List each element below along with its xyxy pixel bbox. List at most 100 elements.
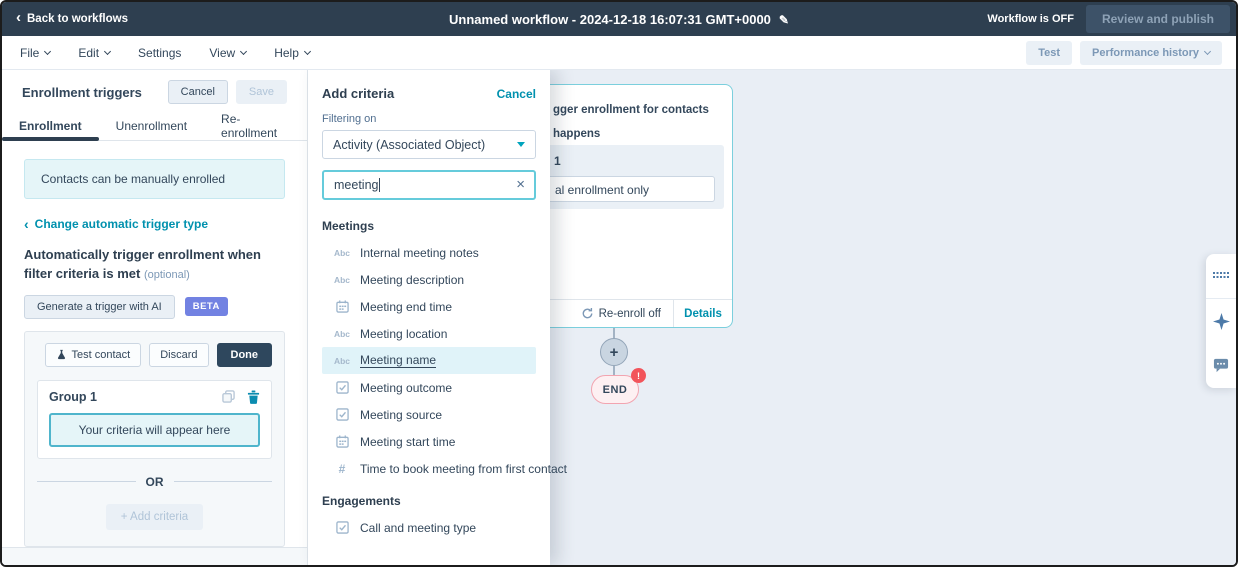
chevron-down-icon (1204, 47, 1211, 54)
dropdown-caret-icon (517, 142, 525, 147)
select-property-icon (332, 521, 352, 534)
workflow-title-text: Unnamed workflow - 2024-12-18 16:07:31 G… (449, 12, 771, 27)
list-item-label: Meeting start time (360, 435, 455, 449)
select-property-icon (332, 408, 352, 421)
ai-assistant-button[interactable] (1206, 299, 1236, 343)
generate-trigger-ai-button[interactable]: Generate a trigger with AI (24, 295, 175, 319)
panel-title: Enrollment triggers (22, 85, 142, 100)
minimap-toggle-button[interactable] (1206, 254, 1236, 299)
beta-badge: BETA (185, 297, 228, 316)
group-1-box: Group 1 (37, 380, 272, 459)
calendar-icon (332, 435, 352, 448)
chevron-down-icon (104, 47, 111, 54)
criteria-placeholder: Your criteria will appear here (49, 413, 260, 447)
chat-bubble-icon (1213, 358, 1229, 373)
number-property-icon: # (332, 462, 352, 476)
menu-help[interactable]: Help (274, 46, 310, 60)
add-criteria-panel: Add criteria Cancel Filtering on Activit… (308, 70, 550, 565)
reenroll-label: Re-enroll off (599, 308, 661, 320)
list-item[interactable]: Call and meeting type (322, 514, 536, 541)
back-chevron-icon: ‹ (24, 219, 29, 229)
sparkle-icon (1213, 313, 1230, 330)
end-alert-badge: ! (631, 368, 646, 383)
list-item-label: Meeting outcome (360, 381, 452, 395)
text-property-icon: Abc (332, 275, 352, 285)
trash-icon[interactable] (247, 390, 260, 404)
chevron-down-icon (240, 47, 247, 54)
text-cursor (379, 178, 380, 192)
property-results-list: Meetings Abc Internal meeting notes Abc … (322, 215, 536, 541)
optional-label: (optional) (144, 269, 190, 281)
cancel-criteria-link[interactable]: Cancel (497, 87, 536, 101)
list-item[interactable]: Meeting end time (322, 293, 536, 320)
chevron-down-icon (44, 47, 51, 54)
reenroll-status: Re-enroll off (581, 307, 673, 320)
list-item-label: Meeting end time (360, 300, 452, 314)
change-trigger-type-link[interactable]: ‹ Change automatic trigger type (24, 217, 285, 231)
add-criteria-button[interactable]: + Add criteria (106, 504, 203, 530)
list-item[interactable]: Meeting start time (322, 428, 536, 455)
comments-button[interactable] (1206, 344, 1236, 388)
refresh-icon (581, 307, 594, 320)
enrollment-type-fragment: al enrollment only (555, 183, 649, 197)
review-and-publish-button[interactable]: Review and publish (1086, 5, 1230, 33)
property-search-input[interactable]: meeting × (322, 170, 536, 200)
end-label: END (603, 384, 628, 396)
list-item-label: Meeting description (360, 273, 464, 287)
details-link[interactable]: Details (673, 300, 732, 327)
menu-settings[interactable]: Settings (138, 46, 181, 60)
filter-criteria-heading: Automatically trigger enrollment when fi… (24, 246, 285, 284)
manual-enrollment-info: Contacts can be manually enrolled (24, 159, 285, 199)
menu-edit[interactable]: Edit (78, 46, 110, 60)
tab-unenrollment[interactable]: Unenrollment (99, 112, 204, 140)
done-button[interactable]: Done (217, 343, 273, 367)
menu-view[interactable]: View (209, 46, 246, 60)
menu-file[interactable]: File (20, 46, 50, 60)
workflow-editor-window: ‹ Back to workflows Unnamed workflow - 2… (0, 0, 1238, 567)
clear-search-icon[interactable]: × (516, 178, 525, 192)
canvas-side-toolbar (1206, 254, 1236, 388)
edit-title-pencil-icon[interactable]: ✎ (779, 13, 789, 27)
list-item[interactable]: # Time to book meeting from first contac… (322, 455, 536, 482)
cancel-button[interactable]: Cancel (168, 80, 228, 104)
list-item[interactable]: Meeting outcome (322, 374, 536, 401)
list-item-label: Meeting name (360, 353, 436, 368)
add-action-button[interactable]: + (600, 338, 628, 366)
enrollment-triggers-panel: Enrollment triggers Cancel Save Enrollme… (2, 70, 308, 565)
group-title: Group 1 (49, 390, 97, 404)
trigger-criteria-card: Test contact Discard Done Group 1 (24, 331, 285, 547)
list-item[interactable]: Abc Internal meeting notes (322, 239, 536, 266)
tab-enrollment[interactable]: Enrollment (2, 112, 99, 140)
performance-history-button[interactable]: Performance history (1080, 41, 1222, 65)
test-flask-icon (56, 349, 67, 360)
filtering-on-label: Filtering on (322, 113, 536, 125)
trigger-card-event-fragment: happens (553, 128, 600, 140)
discard-button[interactable]: Discard (149, 343, 208, 367)
section-header-engagements: Engagements (322, 490, 536, 514)
clone-icon[interactable] (222, 390, 235, 403)
calendar-icon (332, 300, 352, 313)
back-chevron-icon: ‹ (16, 13, 21, 23)
list-item[interactable]: Meeting source (322, 401, 536, 428)
text-property-icon: Abc (332, 329, 352, 339)
list-item-label: Call and meeting type (360, 521, 476, 535)
list-item[interactable]: Abc Meeting description (322, 266, 536, 293)
test-contact-button[interactable]: Test contact (45, 343, 142, 367)
filter-object-dropdown[interactable]: Activity (Associated Object) (322, 130, 536, 159)
list-item[interactable]: Abc Meeting location (322, 320, 536, 347)
trigger-card-title-fragment: gger enrollment for contacts (553, 104, 709, 116)
workflow-status-label: Workflow is OFF (987, 13, 1074, 25)
text-property-icon: Abc (332, 248, 352, 258)
select-property-icon (332, 381, 352, 394)
group-label-fragment: 1 (554, 154, 561, 168)
test-button[interactable]: Test (1026, 41, 1072, 65)
enrollment-settings-section[interactable]: › Enrollment settings (2, 547, 307, 567)
list-item-selected[interactable]: Abc Meeting name (322, 347, 536, 374)
or-divider: OR (37, 475, 272, 489)
list-item-label: Internal meeting notes (360, 246, 479, 260)
text-property-icon: Abc (332, 356, 352, 366)
tab-re-enrollment[interactable]: Re-enrollment (204, 112, 307, 140)
trigger-tabs: Enrollment Unenrollment Re-enrollment (2, 112, 307, 141)
back-to-workflows-link[interactable]: ‹ Back to workflows (2, 13, 142, 25)
save-button[interactable]: Save (236, 80, 287, 104)
